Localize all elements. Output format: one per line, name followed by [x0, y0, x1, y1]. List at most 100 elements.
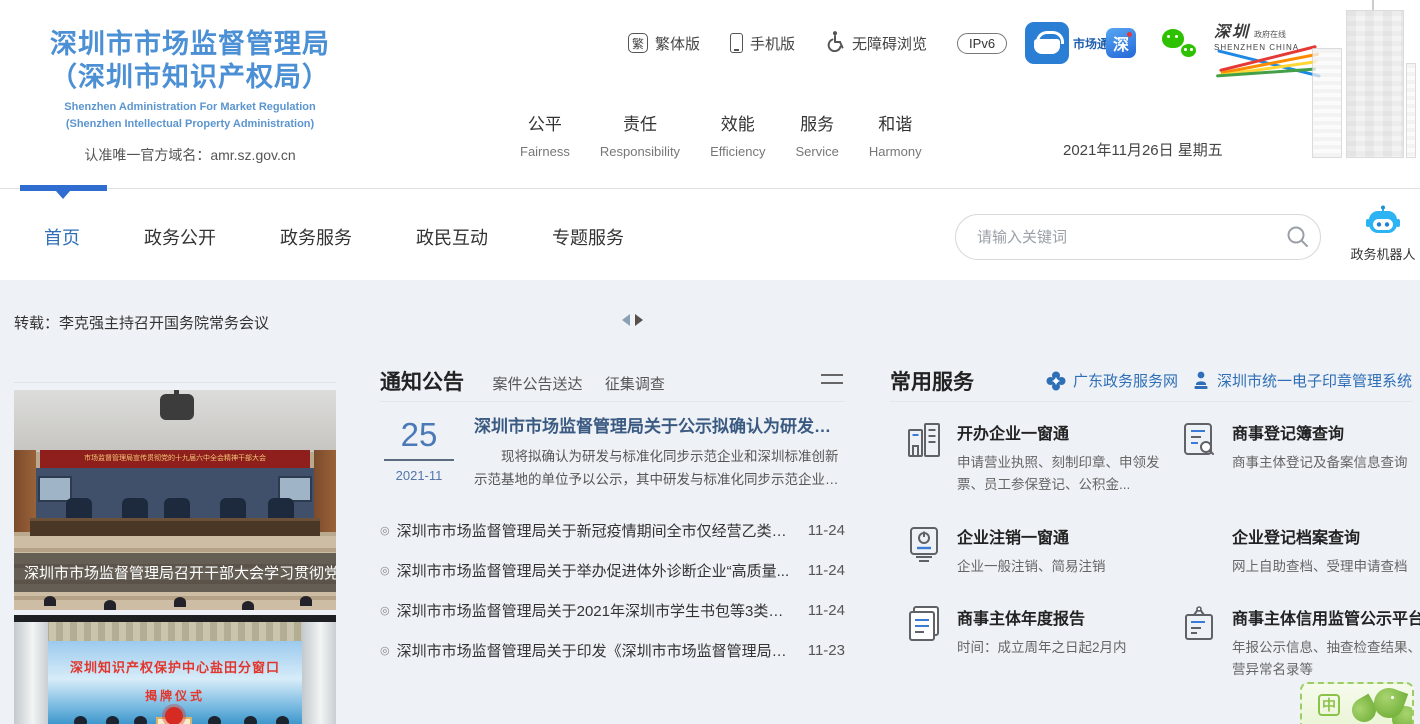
photo2-rosette	[165, 707, 183, 724]
nav-special-topics[interactable]: 专题服务	[552, 224, 624, 250]
photo2-head	[244, 716, 257, 724]
value-en: Efficiency	[710, 144, 765, 159]
photo-head	[300, 596, 312, 606]
ipv6-badge[interactable]: IPv6	[957, 33, 1007, 54]
nav-gov-disclosure[interactable]: 政务公开	[144, 224, 216, 250]
notice-title: 深圳市市场监督管理局关于新冠疫情期间全市仅经营乙类非...	[397, 520, 794, 541]
mobile-label: 手机版	[750, 33, 795, 54]
service-text: 企业注销一窗通 企业一般注销、简易注销	[957, 524, 1106, 578]
services-title: 常用服务	[890, 366, 974, 396]
wechat-icon[interactable]	[1162, 29, 1196, 57]
featured-summary: 现将拟确认为研发与标准化同步示范企业和深圳标准创新示范基地的单位予以公示，其中研…	[474, 446, 845, 492]
news-ticker[interactable]: 转载：李克强主持召开国务院常务会议	[14, 312, 269, 333]
seal-stamp-icon	[1192, 371, 1210, 390]
service-credit-platform[interactable]: 商事主体信用监管公示平台 年报公示信息、抽查检查结果、经营异常名录等	[1179, 605, 1420, 682]
photo2-ceiling	[14, 622, 336, 642]
site-title-en2: (Shenzhen Intellectual Property Administ…	[30, 118, 350, 132]
service-registry-search[interactable]: 商事登记簿查询 商事主体登记及备案信息查询	[1179, 420, 1420, 497]
ticker-prev-icon[interactable]	[622, 314, 630, 326]
featured-notice[interactable]: 25 2021-11 深圳市市场监督管理局关于公示拟确认为研发与标... 现将拟…	[380, 412, 845, 502]
accessibility-link[interactable]: 无障碍浏览	[825, 30, 927, 56]
service-text: 开办企业一窗通 申请营业执照、刻制印章、申领发票、员工参保登记、公积金...	[957, 420, 1175, 497]
value-zh: 和谐	[869, 110, 922, 135]
service-open-business[interactable]: 开办企业一窗通 申请营业执照、刻制印章、申领发票、员工参保登记、公积金...	[904, 420, 1179, 497]
site-logo[interactable]: 深圳市市场监督管理局 （深圳市知识产权局） Shenzhen Administr…	[30, 28, 350, 165]
gov-robot-label: 政务机器人	[1346, 244, 1420, 263]
service-desc: 商事主体登记及备案信息查询	[1232, 452, 1408, 474]
service-title: 企业注销一窗通	[957, 524, 1106, 548]
wheelchair-icon	[825, 30, 845, 56]
guangdong-gov-label: 广东政务服务网	[1073, 370, 1178, 391]
notice-row[interactable]: ◎ 深圳市市场监督管理局关于新冠疫情期间全市仅经营乙类非... 11-24	[380, 510, 845, 550]
service-title: 商事主体信用监管公示平台	[1232, 605, 1420, 629]
eseal-system-link[interactable]: 深圳市统一电子印章管理系统	[1192, 370, 1412, 391]
notice-title: 深圳市市场监督管理局关于举办促进体外诊断企业“高质量...	[397, 560, 794, 581]
leaf-highlight	[1391, 696, 1394, 699]
tab-surveys[interactable]: 征集调查	[605, 376, 665, 393]
photo2-head	[74, 716, 87, 724]
site-title-en1: Shenzhen Administration For Market Regul…	[30, 101, 350, 115]
traditional-label: 繁体版	[655, 33, 700, 54]
gov-robot-widget[interactable]: 政务机器人	[1346, 205, 1420, 263]
photo2-head	[106, 716, 119, 724]
wechat-bubble-large	[1162, 29, 1184, 48]
photo-person	[164, 498, 190, 520]
service-title: 开办企业一窗通	[957, 420, 1175, 444]
notice-row[interactable]: ◎ 深圳市市场监督管理局关于印发《深圳市市场监督管理局商... 11-23	[380, 630, 845, 670]
featured-day: 25	[382, 416, 456, 454]
bullet-icon: ◎	[380, 524, 390, 537]
tab-case-announcements[interactable]: 案件公告送达	[492, 376, 582, 393]
active-tab-pointer	[56, 191, 70, 206]
bullet-icon: ◎	[380, 604, 390, 617]
blank-icon-space	[1179, 524, 1219, 564]
photo2-head	[276, 716, 289, 724]
photo-table	[30, 518, 320, 536]
building-sketch-image	[1306, 0, 1418, 158]
service-annual-report[interactable]: 商事主体年度报告 时间：成立周年之日起2月内	[904, 605, 1179, 682]
value-en: Harmony	[869, 144, 922, 159]
market-app-icon	[1025, 22, 1069, 64]
photo-screen-left	[38, 476, 72, 502]
value-zh: 责任	[600, 110, 680, 135]
notices-more-icon[interactable]	[821, 374, 843, 386]
photo-head	[242, 601, 254, 610]
service-deregistration[interactable]: 企业注销一窗通 企业一般注销、简易注销	[904, 524, 1179, 578]
search-box	[955, 214, 1321, 260]
photo2-banner-line1: 深圳知识产权保护中心盐田分窗口	[48, 657, 302, 676]
wechat-bubble-small	[1181, 44, 1196, 57]
news-photo-meeting[interactable]: 市场监督管理局宣传贯彻党的十九届六中全会精神干部大会 深圳市市场监督管理局召开干…	[14, 390, 336, 610]
search-button[interactable]	[1276, 215, 1320, 259]
featured-title[interactable]: 深圳市市场监督管理局关于公示拟确认为研发与标...	[474, 412, 845, 437]
mobile-version-link[interactable]: 手机版	[730, 33, 795, 54]
service-archive-search[interactable]: 企业登记档案查询 网上自助查档、受理申请查档	[1179, 524, 1420, 578]
photo-column-divider	[14, 382, 336, 383]
news-photo-ceremony[interactable]: 深圳知识产权保护中心盐田分窗口 揭牌仪式	[14, 615, 336, 724]
guangdong-gov-link[interactable]: 广东政务服务网	[1046, 370, 1178, 391]
value-en: Responsibility	[600, 144, 680, 159]
featured-text-block: 深圳市市场监督管理局关于公示拟确认为研发与标... 现将拟确认为研发与标准化同步…	[474, 412, 845, 492]
nav-public-interaction[interactable]: 政民互动	[416, 224, 488, 250]
photo2-top-strip	[14, 615, 336, 622]
nav-gov-services[interactable]: 政务服务	[280, 224, 352, 250]
search-icon	[1285, 224, 1311, 250]
market-app-link[interactable]: 市场通	[1025, 22, 1109, 64]
ticker-next-icon[interactable]	[635, 314, 643, 326]
notice-row[interactable]: ◎ 深圳市市场监督管理局关于举办促进体外诊断企业“高质量... 11-24	[380, 550, 845, 590]
hanging-sign-icon	[1179, 605, 1219, 645]
building-icon	[904, 420, 944, 460]
notice-row[interactable]: ◎ 深圳市市场监督管理局关于2021年深圳市学生书包等3类产... 11-24	[380, 590, 845, 630]
search-input[interactable]	[956, 229, 1276, 246]
floating-green-widget[interactable]: 中	[1300, 682, 1414, 724]
traditional-chinese-link[interactable]: 繁 繁体版	[628, 33, 700, 54]
value-zh: 效能	[710, 110, 765, 135]
service-desc: 时间：成立周年之日起2月内	[957, 637, 1127, 659]
ishenzhen-app-icon[interactable]: 深	[1106, 28, 1136, 58]
robot-icon	[1364, 205, 1402, 237]
nav-home[interactable]: 首页	[44, 224, 80, 250]
site-title-line1: 深圳市市场监督管理局	[30, 28, 350, 61]
notice-date: 11-24	[808, 562, 845, 579]
photo-head	[44, 596, 56, 606]
market-app-label: 市场通	[1073, 35, 1109, 52]
notice-date: 11-23	[808, 642, 845, 659]
photo2-banner: 深圳知识产权保护中心盐田分窗口 揭牌仪式	[48, 641, 302, 724]
